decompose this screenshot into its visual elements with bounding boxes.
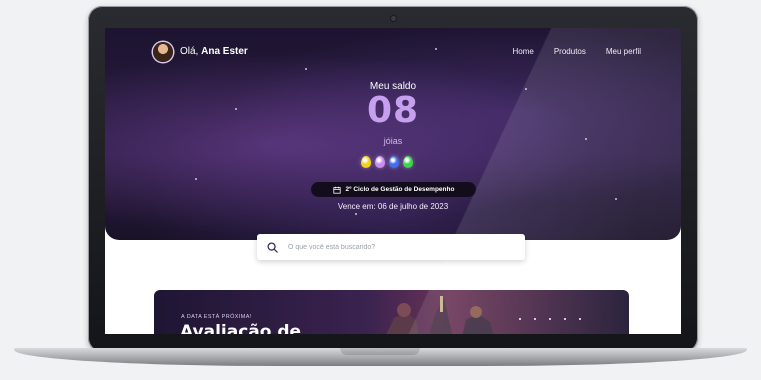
balance-value: 08	[366, 90, 420, 131]
nav-produtos[interactable]: Produtos	[554, 47, 586, 56]
search-icon	[267, 241, 278, 253]
nav-meu-perfil[interactable]: Meu perfil	[606, 47, 641, 56]
top-bar: Olá, Ana Ester Home Produtos Meu perfil	[153, 42, 641, 68]
banner-kicker: A DATA ESTÁ PRÓXIMA!	[181, 314, 252, 320]
laptop-notch	[340, 348, 420, 355]
carousel-dot[interactable]	[564, 318, 566, 320]
evaluation-banner[interactable]: A DATA ESTÁ PRÓXIMA! Avaliação de	[154, 290, 629, 334]
gem-icon-yellow	[361, 156, 371, 168]
gem-icon-green	[403, 156, 413, 168]
search-box[interactable]	[257, 234, 525, 260]
carousel-dot[interactable]	[534, 318, 536, 320]
greeting-prefix: Olá,	[180, 46, 199, 57]
laptop-lid: Olá, Ana Ester Home Produtos Meu perfil …	[88, 6, 698, 352]
carousel-dot[interactable]	[549, 318, 551, 320]
gem-row	[361, 156, 413, 168]
carousel-dots[interactable]	[519, 318, 581, 320]
camera-icon	[391, 16, 396, 21]
balance-unit: jóias	[383, 136, 403, 146]
heroes-illustration	[386, 296, 494, 334]
banner-headline: Avaliação de	[180, 322, 302, 334]
avatar[interactable]	[153, 42, 173, 62]
user-name: Ana Ester	[201, 46, 248, 57]
cycle-label: 2º Ciclo de Gestão de Desempenho	[345, 186, 455, 193]
carousel-dot[interactable]	[519, 318, 521, 320]
main-nav: Home Produtos Meu perfil	[513, 47, 642, 56]
due-date: Vence em: 06 de julho de 2023	[337, 202, 449, 211]
search-input[interactable]	[286, 242, 510, 252]
gem-icon-purple	[375, 156, 385, 168]
gem-icon-blue	[389, 156, 399, 168]
calendar-icon	[332, 186, 341, 194]
cycle-badge[interactable]: 2º Ciclo de Gestão de Desempenho	[311, 182, 476, 197]
greeting: Olá, Ana Ester	[180, 46, 248, 57]
hero-section: Olá, Ana Ester Home Produtos Meu perfil …	[105, 28, 681, 240]
carousel-dot[interactable]	[579, 318, 581, 320]
screen: Olá, Ana Ester Home Produtos Meu perfil …	[105, 28, 681, 334]
nav-home[interactable]: Home	[513, 47, 534, 56]
